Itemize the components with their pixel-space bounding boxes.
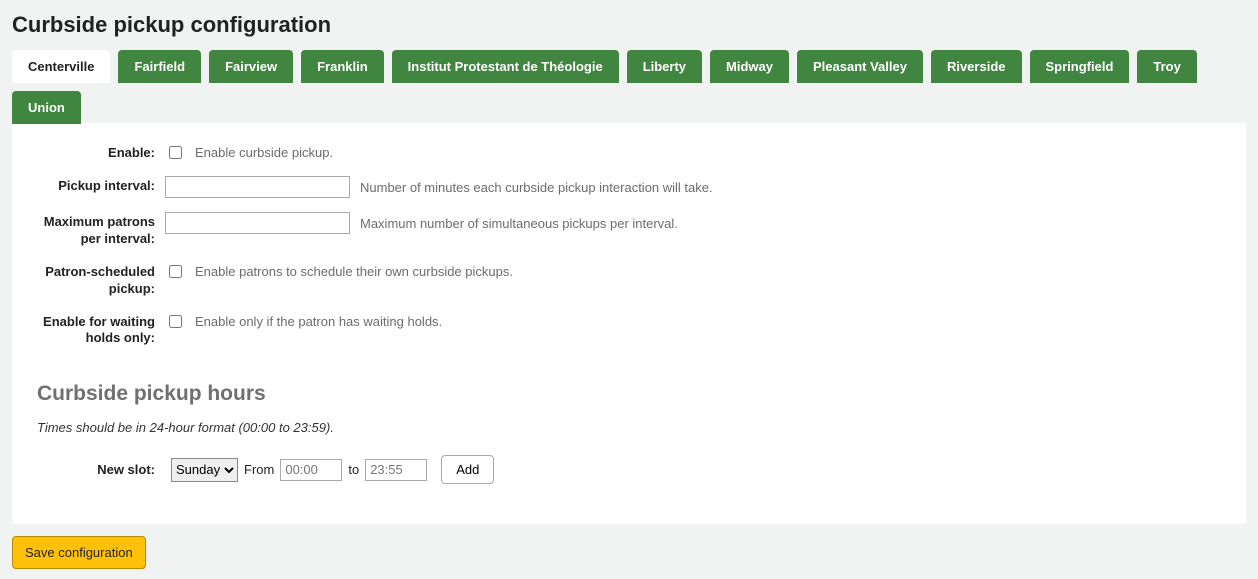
patron-scheduled-hint: Enable patrons to schedule their own cur… [195, 264, 513, 279]
time-format-note: Times should be in 24-hour format (00:00… [37, 420, 1221, 435]
patron-scheduled-label: Patron-scheduled pickup: [37, 262, 165, 298]
pickup-hours-heading: Curbside pickup hours [37, 382, 1221, 406]
from-label: From [244, 462, 274, 477]
tab-franklin[interactable]: Franklin [301, 50, 384, 83]
library-tabs: Centerville Fairfield Fairview Franklin … [12, 50, 1246, 124]
to-label: to [348, 462, 359, 477]
waiting-holds-hint: Enable only if the patron has waiting ho… [195, 314, 442, 329]
tab-pleasant-valley[interactable]: Pleasant Valley [797, 50, 923, 83]
enable-checkbox[interactable] [169, 146, 182, 159]
tab-troy[interactable]: Troy [1137, 50, 1196, 83]
pickup-interval-input[interactable] [165, 176, 350, 198]
add-button[interactable]: Add [441, 455, 494, 484]
pickup-interval-hint: Number of minutes each curbside pickup i… [360, 180, 713, 195]
enable-hint: Enable curbside pickup. [195, 145, 333, 160]
tab-liberty[interactable]: Liberty [627, 50, 702, 83]
tab-centerville[interactable]: Centerville [12, 50, 110, 83]
waiting-holds-checkbox[interactable] [169, 315, 182, 328]
tab-fairview[interactable]: Fairview [209, 50, 293, 83]
tab-midway[interactable]: Midway [710, 50, 789, 83]
max-patrons-hint: Maximum number of simultaneous pickups p… [360, 216, 678, 231]
tab-fairfield[interactable]: Fairfield [118, 50, 201, 83]
day-select[interactable]: Sunday [171, 458, 238, 482]
page-title: Curbside pickup configuration [12, 12, 1246, 38]
to-time-input[interactable] [365, 459, 427, 481]
tab-springfield[interactable]: Springfield [1030, 50, 1130, 83]
tab-riverside[interactable]: Riverside [931, 50, 1022, 83]
from-time-input[interactable] [280, 459, 342, 481]
tab-institut-protestant[interactable]: Institut Protestant de Théologie [392, 50, 619, 83]
pickup-interval-label: Pickup interval: [37, 176, 165, 195]
config-panel: Enable: Enable curbside pickup. Pickup i… [12, 123, 1246, 524]
max-patrons-label: Maximum patrons per interval: [37, 212, 165, 248]
waiting-holds-label: Enable for waiting holds only: [37, 312, 165, 348]
patron-scheduled-checkbox[interactable] [169, 265, 182, 278]
max-patrons-input[interactable] [165, 212, 350, 234]
tab-union[interactable]: Union [12, 91, 81, 124]
enable-label: Enable: [37, 143, 165, 162]
save-configuration-button[interactable]: Save configuration [12, 536, 146, 569]
new-slot-label: New slot: [37, 462, 165, 477]
